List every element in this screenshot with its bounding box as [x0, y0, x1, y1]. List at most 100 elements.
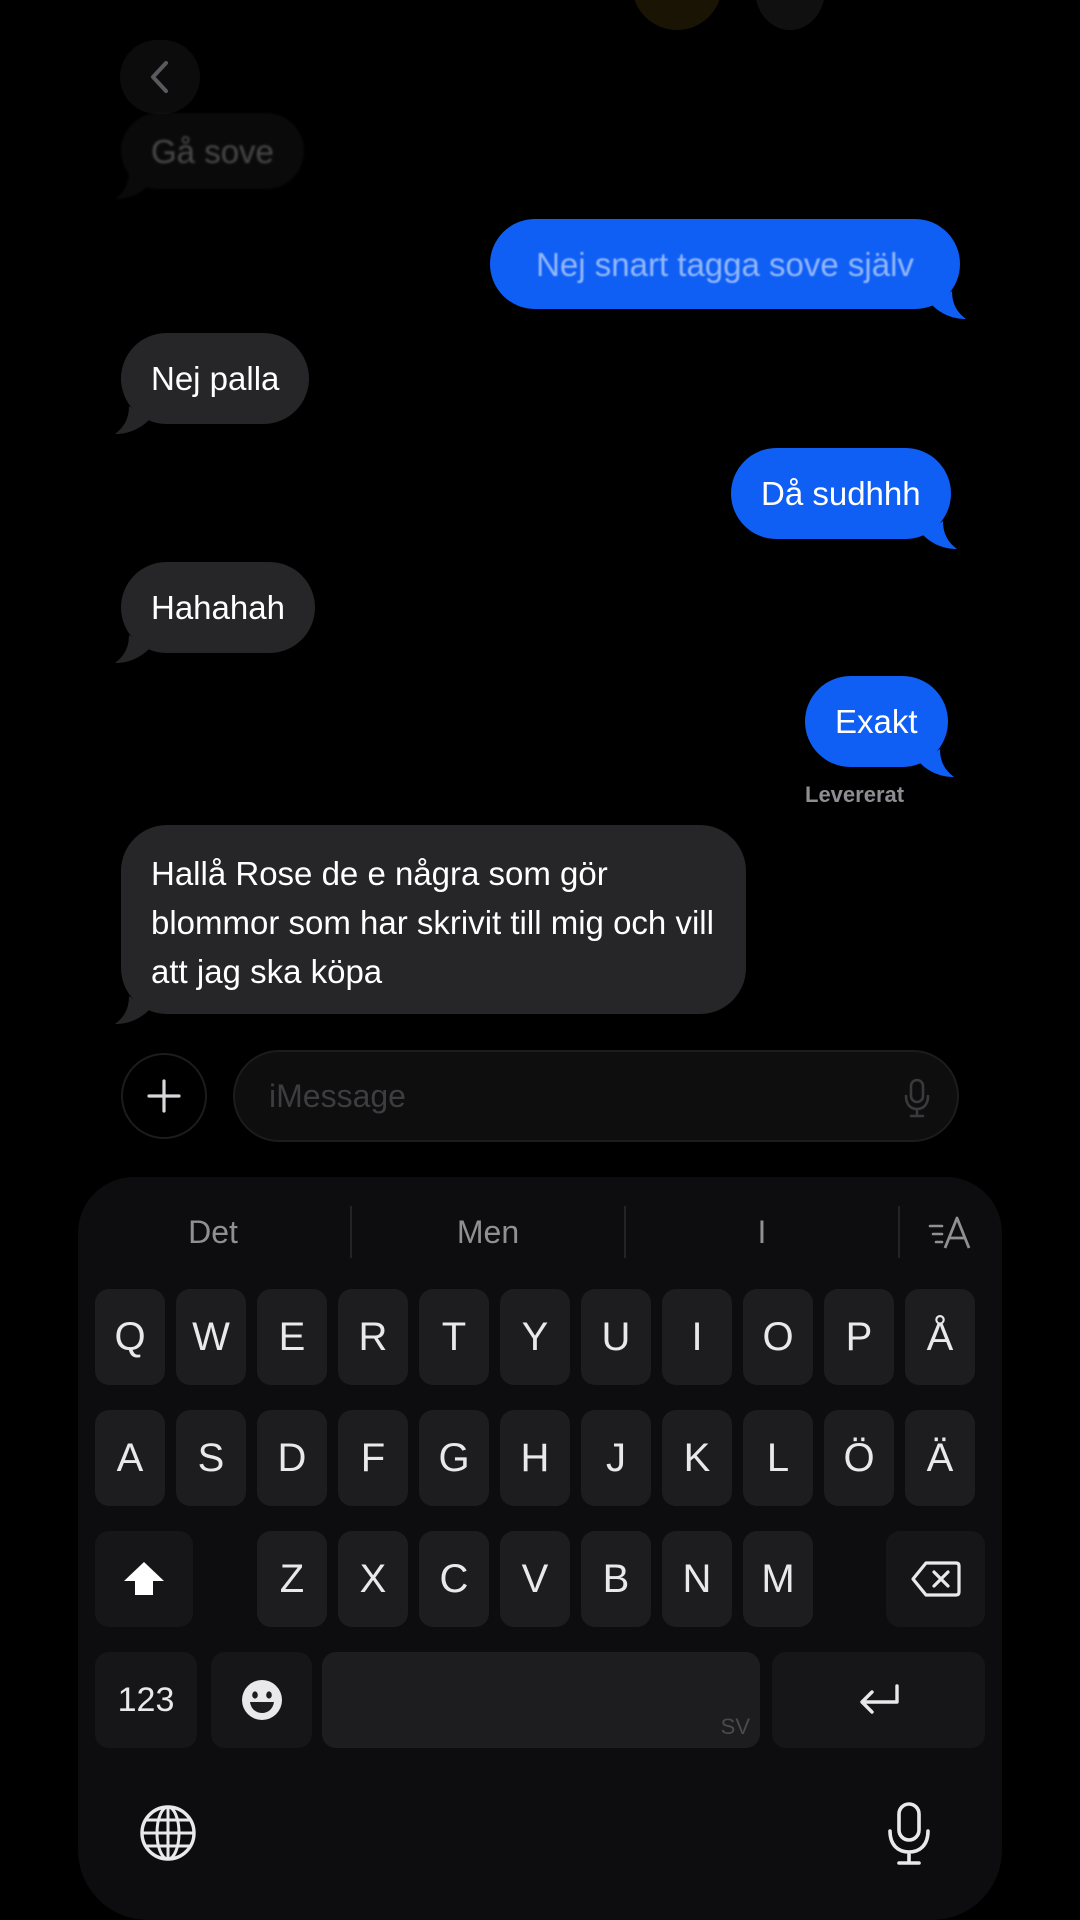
key-label: R	[358, 1314, 388, 1359]
keyboard: Det Men I 123 SV QWERTYU I O P Å A S D F…	[78, 1177, 1002, 1920]
bubble-tail	[932, 291, 966, 319]
key-label: C	[439, 1556, 469, 1601]
text-format-button[interactable]	[900, 1177, 1002, 1287]
key-p[interactable]: P	[824, 1289, 894, 1385]
key-label: Z	[279, 1556, 305, 1601]
add-attachment-button[interactable]	[121, 1053, 207, 1139]
message-text: Gå sove	[151, 132, 274, 170]
key-n[interactable]: N	[662, 1531, 732, 1627]
message-bubble-outgoing[interactable]: Då sudhhh	[731, 448, 957, 549]
key-z[interactable]: Z	[257, 1531, 327, 1627]
emoji-icon	[241, 1680, 282, 1720]
key-label: Å	[926, 1314, 954, 1359]
key-v[interactable]: V	[500, 1531, 570, 1627]
dictation-microphone-icon[interactable]	[886, 1801, 932, 1867]
message-text: Nej snart tagga sove själv	[536, 245, 914, 283]
key-w[interactable]: W	[176, 1289, 246, 1385]
key-q[interactable]: Q	[95, 1289, 165, 1385]
key-l[interactable]: L	[743, 1410, 813, 1506]
shift-key[interactable]	[95, 1531, 193, 1627]
suggestion-1[interactable]: Det	[78, 1177, 348, 1287]
key-x[interactable]: X	[338, 1531, 408, 1627]
key-d[interactable]: D	[257, 1410, 327, 1506]
key-ö[interactable]: Ö	[824, 1410, 894, 1506]
key-label: O	[762, 1314, 794, 1359]
key-k[interactable]: K	[662, 1410, 732, 1506]
key-g[interactable]: G	[419, 1410, 489, 1506]
key-label: J	[606, 1435, 626, 1480]
key-c[interactable]: C	[419, 1531, 489, 1627]
key-label: G	[438, 1435, 470, 1480]
numbers-key-label: 123	[117, 1680, 175, 1719]
microphone-icon[interactable]	[903, 1078, 931, 1118]
key-label: K	[683, 1435, 711, 1480]
key-label: X	[359, 1556, 387, 1601]
contact-avatar-secondary	[755, 0, 825, 30]
suggestion-2[interactable]: Men	[352, 1177, 624, 1287]
numbers-key[interactable]: 123	[95, 1652, 197, 1748]
key-å[interactable]: Å	[905, 1289, 975, 1385]
key-label: Q	[114, 1314, 146, 1359]
key-label: P	[845, 1314, 873, 1359]
key-i[interactable]: I	[662, 1289, 732, 1385]
message-text: Exakt	[835, 703, 918, 740]
key-label: L	[766, 1435, 790, 1480]
key-label: Ä	[926, 1435, 954, 1480]
shift-icon	[124, 1562, 164, 1595]
bubble-tail	[115, 406, 149, 434]
key-h[interactable]: H	[500, 1410, 570, 1506]
message-input[interactable]	[269, 1052, 869, 1140]
backspace-icon	[910, 1561, 961, 1597]
return-icon	[859, 1684, 899, 1714]
key-label: T	[441, 1314, 467, 1359]
message-bubble-outgoing[interactable]: Exakt	[805, 676, 954, 777]
key-b[interactable]: B	[581, 1531, 651, 1627]
key-s[interactable]: S	[176, 1410, 246, 1506]
message-text: Då sudhhh	[761, 475, 921, 512]
return-key[interactable]	[772, 1652, 985, 1748]
message-text: Hahahah	[151, 589, 285, 626]
backspace-key[interactable]	[886, 1531, 985, 1627]
key-label: Y	[521, 1314, 549, 1359]
key-e[interactable]: E	[257, 1289, 327, 1385]
space-language-label: SV	[720, 1714, 750, 1739]
key-label: D	[277, 1435, 307, 1480]
back-button[interactable]	[120, 40, 200, 114]
key-label: E	[278, 1314, 306, 1359]
key-label: F	[360, 1435, 386, 1480]
chevron-left-icon	[151, 61, 168, 93]
key-u[interactable]: U	[581, 1289, 651, 1385]
text-format-icon	[928, 1216, 971, 1249]
key-label: S	[197, 1435, 225, 1480]
key-label: M	[761, 1556, 795, 1601]
plus-icon	[147, 1079, 181, 1113]
message-bubble-incoming[interactable]: Nej palla	[115, 333, 310, 434]
key-t[interactable]: T	[419, 1289, 489, 1385]
globe-icon[interactable]	[138, 1803, 198, 1863]
message-bubble-incoming[interactable]: Hallå Rose de e några som gör blommor so…	[115, 825, 746, 1024]
key-ä[interactable]: Ä	[905, 1410, 975, 1506]
key-j[interactable]: J	[581, 1410, 651, 1506]
bubble-tail	[115, 635, 149, 663]
key-r[interactable]: R	[338, 1289, 408, 1385]
suggestion-3[interactable]: I	[626, 1177, 898, 1287]
key-label: I	[691, 1314, 703, 1359]
message-bubble-outgoing[interactable]: Nej snart tagga sove själv	[490, 219, 966, 319]
contact-avatar[interactable]	[632, 0, 722, 30]
key-o[interactable]: O	[743, 1289, 813, 1385]
key-f[interactable]: F	[338, 1410, 408, 1506]
emoji-key[interactable]	[211, 1652, 312, 1748]
key-m[interactable]: M	[743, 1531, 813, 1627]
key-label: H	[520, 1435, 550, 1480]
message-text: Hallå Rose de e några som gör blommor so…	[151, 855, 714, 990]
message-bubble-incoming[interactable]: Hahahah	[115, 562, 315, 663]
key-label: V	[521, 1556, 549, 1601]
bubble-tail	[115, 171, 149, 199]
key-y[interactable]: Y	[500, 1289, 570, 1385]
key-a[interactable]: A	[95, 1410, 165, 1506]
key-label: Ö	[843, 1435, 875, 1480]
message-input-field[interactable]	[233, 1050, 959, 1142]
key-label: W	[192, 1314, 230, 1359]
message-bubble-incoming[interactable]: Gå sove	[115, 113, 304, 199]
space-key[interactable]: SV	[322, 1652, 760, 1748]
